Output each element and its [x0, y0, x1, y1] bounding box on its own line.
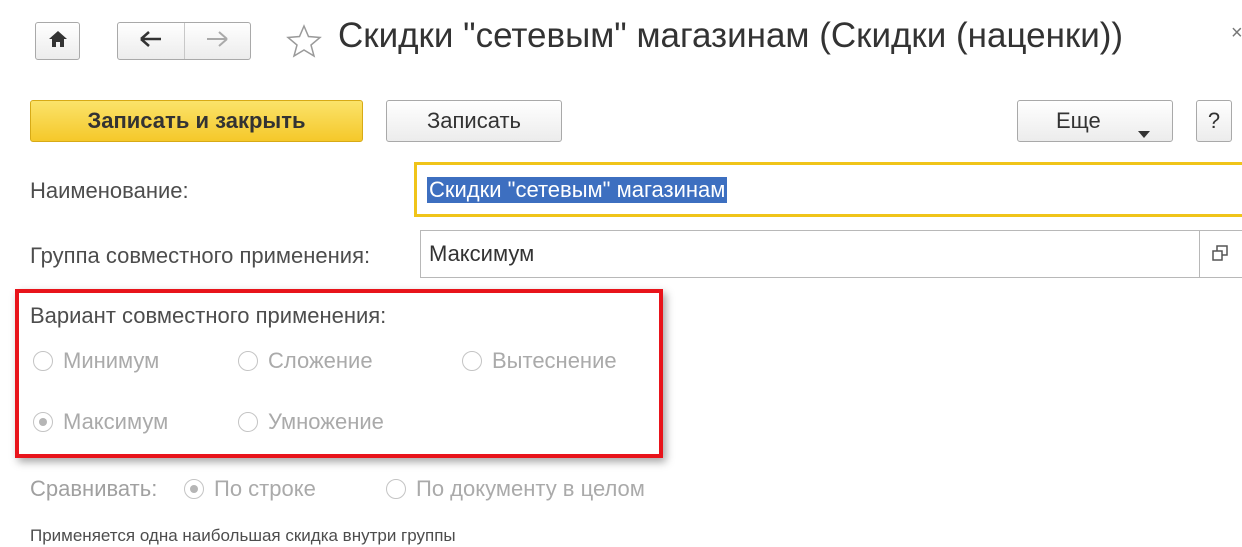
- group-value: Максимум: [429, 241, 535, 266]
- compare-option-label: По документу в целом: [416, 476, 645, 501]
- arrow-left-icon: [139, 30, 162, 52]
- close-icon[interactable]: ×: [1231, 22, 1242, 45]
- compare-option-by-document[interactable]: По документу в целом: [386, 476, 645, 502]
- radio-circle-checked: [184, 479, 204, 499]
- chevron-down-icon: [1138, 119, 1150, 145]
- compare-option-label: По строке: [214, 476, 316, 501]
- group-field[interactable]: Максимум: [420, 230, 1200, 278]
- compare-label: Сравнивать:: [30, 476, 158, 501]
- more-button[interactable]: Еще: [1017, 100, 1173, 142]
- more-label: Еще: [1056, 108, 1101, 133]
- open-form-icon: [1212, 241, 1228, 267]
- name-label: Наименование:: [30, 178, 189, 203]
- open-group-button[interactable]: [1199, 230, 1242, 278]
- radio-circle: [386, 479, 406, 499]
- home-button[interactable]: [35, 22, 80, 60]
- window-title: Скидки "сетевым" магазинам (Скидки (наце…: [338, 16, 1124, 55]
- compare-option-by-line[interactable]: По строке: [184, 476, 316, 502]
- highlight-frame: [15, 289, 663, 458]
- name-field[interactable]: Скидки "сетевым" магазинам: [414, 162, 1242, 217]
- arrow-right-icon: [206, 30, 228, 52]
- help-button[interactable]: ?: [1196, 100, 1232, 142]
- home-icon: [48, 30, 68, 53]
- save-button[interactable]: Записать: [386, 100, 562, 142]
- hint-text: Применяется одна наибольшая скидка внутр…: [30, 526, 456, 545]
- history-nav: [117, 22, 251, 60]
- back-button[interactable]: [118, 23, 185, 59]
- name-value: Скидки "сетевым" магазинам: [427, 176, 728, 203]
- save-and-close-button[interactable]: Записать и закрыть: [30, 100, 363, 142]
- group-label: Группа совместного применения:: [30, 243, 371, 268]
- forward-button[interactable]: [185, 23, 251, 59]
- star-outline-icon[interactable]: [286, 24, 322, 63]
